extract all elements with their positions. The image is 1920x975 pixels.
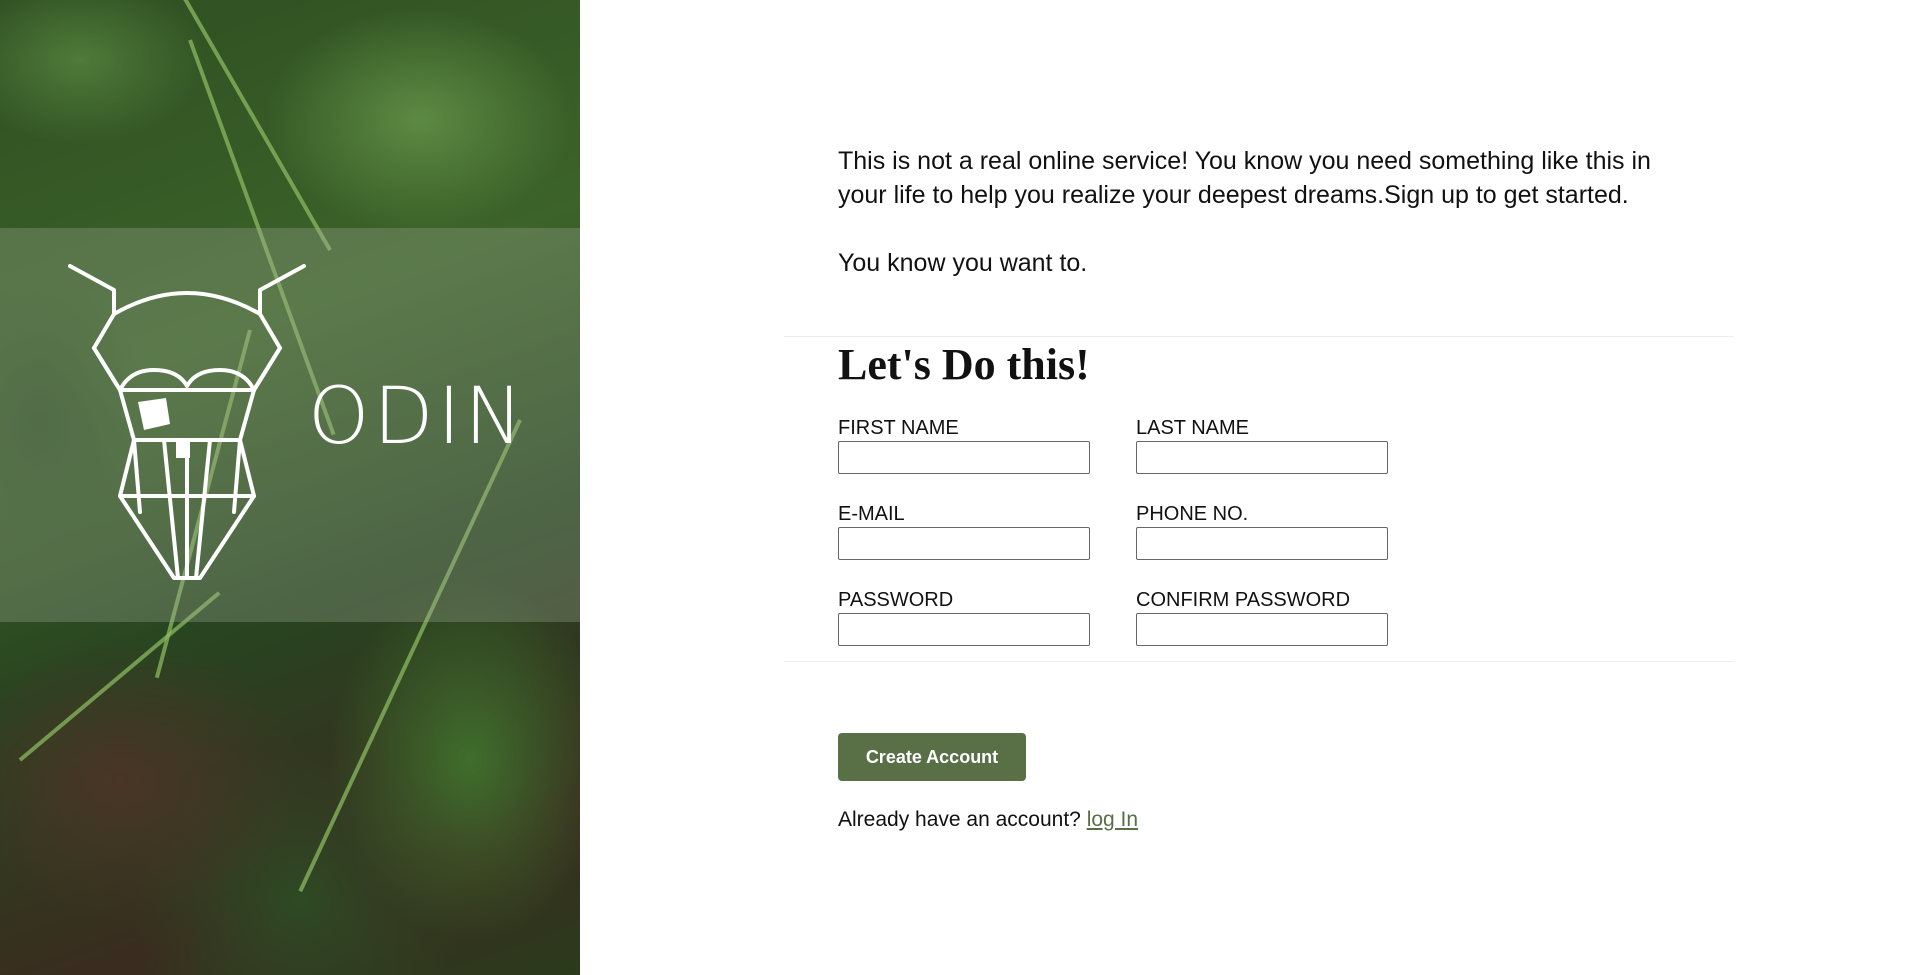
intro-tagline: You know you want to. (838, 249, 1088, 277)
phone-label: PHONE NO. (1136, 503, 1249, 525)
hero-panel: ODIN (0, 0, 580, 975)
login-link[interactable]: log In (1087, 808, 1138, 831)
last-name-label: LAST NAME (1136, 417, 1249, 439)
confirm-password-label: CONFIRM PASSWORD (1136, 589, 1351, 611)
phone-input[interactable] (1136, 527, 1388, 560)
form-title: Let's Do this! (838, 340, 1090, 389)
signup-content: This is not a real online service! You k… (580, 0, 1920, 975)
odin-viking-head-icon (68, 264, 306, 580)
intro-text: This is not a real online service! You k… (838, 144, 1698, 280)
confirm-password-field: CONFIRM PASSWORD (1136, 589, 1388, 646)
first-name-input[interactable] (838, 441, 1090, 474)
last-name-field: LAST NAME (1136, 417, 1388, 474)
brand-logo: ODIN (68, 262, 523, 592)
password-label: PASSWORD (838, 589, 954, 611)
password-field: PASSWORD (838, 589, 1090, 646)
login-prompt-line: Already have an account? log In (838, 808, 1138, 832)
create-account-button[interactable]: Create Account (838, 733, 1026, 781)
email-label: E-MAIL (838, 503, 905, 525)
phone-field: PHONE NO. (1136, 503, 1388, 560)
first-name-field: FIRST NAME (838, 417, 1090, 474)
first-name-label: FIRST NAME (838, 417, 959, 439)
confirm-password-input[interactable] (1136, 613, 1388, 646)
login-prompt-text: Already have an account? (838, 808, 1081, 831)
signup-form: Let's Do this! FIRST NAME LAST NAME E-MA… (784, 336, 1734, 662)
brand-wordmark: ODIN (308, 372, 527, 462)
intro-paragraph: This is not a real online service! You k… (838, 147, 1651, 209)
password-input[interactable] (838, 613, 1090, 646)
signup-page: ODIN This is not a real online service! … (0, 0, 1920, 975)
email-field: E-MAIL (838, 503, 1090, 560)
email-input[interactable] (838, 527, 1090, 560)
last-name-input[interactable] (1136, 441, 1388, 474)
